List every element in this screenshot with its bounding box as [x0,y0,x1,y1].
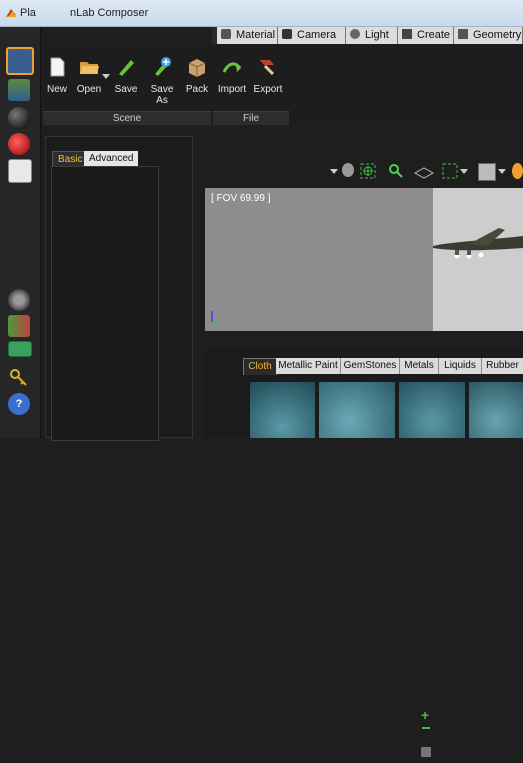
tab-create[interactable]: Create [398,27,454,44]
tab-basic[interactable]: Basic [52,151,89,167]
tab-camera-label: Camera [297,29,337,41]
folder-open-icon [80,62,99,74]
tab-geometry[interactable]: Geometry [454,27,523,44]
key-icon[interactable] [8,367,30,389]
libtab-metallic-paint[interactable]: Metallic Paint [276,358,341,374]
gear-icon[interactable] [8,289,30,311]
camera-icon [282,29,292,39]
render-viewport[interactable]: [ FOV 69.99 ] [205,188,523,331]
zoom-icon[interactable] [388,163,404,179]
render-region-icon[interactable] [478,163,496,181]
libtab-cloth[interactable]: Cloth [243,358,277,375]
save-as-button[interactable]: Save As [144,56,180,106]
chevron-down-icon [102,74,110,79]
pack-button[interactable]: Pack [185,56,209,95]
material-thumbnail[interactable] [399,382,465,438]
new-button-label: New [46,84,67,95]
material-thumbnail[interactable] [469,382,523,438]
pack-button-label: Pack [185,84,209,95]
libtab-gemstones[interactable]: GemStones [341,358,400,374]
save-as-icon [155,57,171,76]
tab-light-label: Light [365,29,389,41]
ground-plane-icon[interactable] [414,163,434,179]
region-select-icon[interactable] [442,163,458,179]
battery-icon[interactable] [8,341,32,357]
palette-icon[interactable] [8,315,30,337]
axis-gizmo-icon [211,311,220,323]
library-settings-icon[interactable] [421,747,431,757]
geometry-icon [458,29,468,39]
libtab-liquids[interactable]: Liquids [439,358,482,374]
panel-body [51,166,159,441]
top-tab-strip: Material Camera Light Create Geometry [212,27,523,44]
export-icon [260,60,275,76]
pack-box-icon [188,59,206,77]
properties-panel: Basic Advanced [45,136,193,441]
material-thumbnail[interactable] [250,382,315,438]
airplane-model [433,228,523,259]
tab-material-label: Material [236,29,276,41]
tab-material[interactable]: Material [217,27,278,44]
create-icon [402,29,412,39]
chevron-down-icon[interactable] [460,163,468,179]
save-as-button-label: Save As [150,84,174,106]
fov-label: [ FOV 69.99 ] [211,193,271,204]
material-ball-icon[interactable] [8,107,30,129]
render-preview-icon[interactable] [8,159,32,183]
target-icon[interactable] [360,163,376,179]
ribbon: New Open Save Save As Pack Import Export… [43,44,523,125]
export-button[interactable]: Export [252,56,284,95]
left-toolbar: ? [0,27,41,438]
libtab-metals[interactable]: Metals [400,358,439,374]
import-button[interactable]: Import [215,56,249,95]
light-bulb-icon[interactable] [8,133,30,155]
tab-camera[interactable]: Camera [278,27,346,44]
app-logo-icon [6,9,16,17]
export-button-label: Export [253,84,283,95]
window-title-right: nLab Composer [70,7,149,19]
window-title-left: Pla [20,7,36,19]
help-icon[interactable]: ? [8,393,30,415]
material-icon [221,29,231,39]
open-dropdown-arrow[interactable] [102,72,110,83]
library-side-controls: + [417,703,439,763]
add-icon[interactable]: + [421,707,429,723]
material-library: + Cloth Metallic Paint GemStones Metals … [205,348,523,757]
tab-geometry-label: Geometry [473,29,522,41]
tab-create-label: Create [417,29,451,41]
open-button-label: Open [76,84,102,95]
tab-light[interactable]: Light [346,27,398,44]
color-picker-icon[interactable] [512,163,523,179]
new-file-icon [50,57,65,77]
file-group-label: File [213,111,289,125]
import-button-label: Import [217,84,247,95]
viewport-toolbar [330,158,523,186]
chevron-down-icon[interactable] [498,163,506,179]
remove-icon[interactable] [422,727,430,729]
material-thumbnail[interactable] [319,382,395,438]
environment-icon[interactable] [8,79,30,101]
tab-advanced[interactable]: Advanced [84,151,139,166]
save-icon [119,60,134,76]
save-button[interactable]: Save [114,56,138,95]
save-button-label: Save [114,84,138,95]
person-icon[interactable] [342,163,354,177]
scene-group-label: Scene [43,111,211,125]
window-title-bar: Pla nLab Composer [0,0,523,27]
import-icon [222,62,242,73]
libtab-rubber[interactable]: Rubber [482,358,523,374]
light-icon [350,29,360,39]
chevron-down-icon[interactable] [330,163,340,179]
new-button[interactable]: New [45,56,69,95]
open-button[interactable]: Open [74,56,104,95]
scene-globe-icon[interactable] [6,47,34,75]
